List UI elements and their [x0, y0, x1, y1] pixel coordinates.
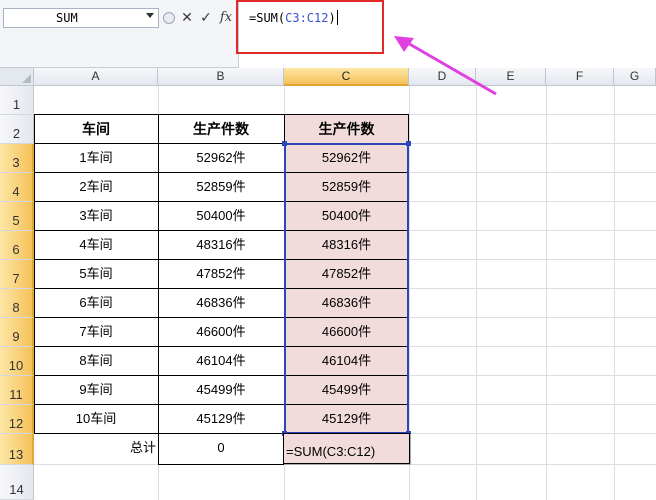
cell-b4[interactable]: 52859件 — [158, 173, 284, 201]
enter-button[interactable]: ✓ — [199, 8, 213, 28]
cancel-button[interactable]: ✕ — [180, 8, 194, 28]
row-header-3[interactable]: 3 — [0, 144, 34, 173]
row-header-4[interactable]: 4 — [0, 173, 34, 202]
selection-handle[interactable] — [406, 141, 411, 146]
gridline — [34, 464, 656, 465]
annotation-arrow-icon — [394, 36, 497, 96]
cell-b2[interactable]: 生产件数 — [158, 115, 284, 143]
cell-a5[interactable]: 3车间 — [34, 202, 158, 230]
name-box[interactable]: SUM — [3, 8, 159, 28]
cell-a8[interactable]: 6车间 — [34, 289, 158, 317]
gridline — [546, 86, 547, 500]
row-header-5[interactable]: 5 — [0, 202, 34, 231]
cell-b12[interactable]: 45129件 — [158, 405, 284, 433]
cell-a9[interactable]: 7车间 — [34, 318, 158, 346]
row-header-12[interactable]: 12 — [0, 405, 34, 434]
cell-b6[interactable]: 48316件 — [158, 231, 284, 259]
cell-b10[interactable]: 46104件 — [158, 347, 284, 375]
row-header-1[interactable]: 1 — [0, 86, 34, 115]
name-box-dropdown-icon[interactable] — [146, 13, 154, 18]
cell-a3[interactable]: 1车间 — [34, 144, 158, 172]
column-header-f[interactable]: F — [546, 68, 614, 86]
cell-a10[interactable]: 8车间 — [34, 347, 158, 375]
cell-a13[interactable]: 总计 — [34, 434, 156, 462]
formula-bar-splitter-icon[interactable] — [162, 10, 176, 26]
column-header-b[interactable]: B — [158, 68, 284, 86]
cell-c2[interactable]: 生产件数 — [284, 115, 409, 143]
cell-a2[interactable]: 车间 — [34, 115, 158, 143]
column-header-a[interactable]: A — [34, 68, 158, 86]
column-header-g[interactable]: G — [614, 68, 656, 86]
cell-a12[interactable]: 10车间 — [34, 405, 158, 433]
row-header-9[interactable]: 9 — [0, 318, 34, 347]
cell-a11[interactable]: 9车间 — [34, 376, 158, 404]
gridline — [614, 86, 615, 500]
row-header-7[interactable]: 7 — [0, 260, 34, 289]
cell-b7[interactable]: 47852件 — [158, 260, 284, 288]
cell-c13-formula[interactable]: =SUM(C3:C12) — [286, 444, 375, 459]
row-header-11[interactable]: 11 — [0, 376, 34, 405]
row-header-14[interactable]: 14 — [0, 465, 34, 500]
row-header-2[interactable]: 2 — [0, 115, 34, 144]
cell-a4[interactable]: 2车间 — [34, 173, 158, 201]
gridline — [476, 86, 477, 500]
row-header-10[interactable]: 10 — [0, 347, 34, 376]
row-header-6[interactable]: 6 — [0, 231, 34, 260]
cell-b5[interactable]: 50400件 — [158, 202, 284, 230]
selection-range-c3-c12 — [284, 143, 409, 434]
cell-b13[interactable]: 0 — [158, 434, 284, 462]
cell-b11[interactable]: 45499件 — [158, 376, 284, 404]
row-header-13[interactable]: 13 — [0, 434, 34, 465]
insert-function-button[interactable]: fx — [217, 8, 235, 28]
selection-handle[interactable] — [282, 141, 287, 146]
row-header-8[interactable]: 8 — [0, 289, 34, 318]
cell-b9[interactable]: 46600件 — [158, 318, 284, 346]
formula-highlight-box — [236, 0, 384, 54]
formula-bar-area: SUM ✕ ✓ fx =SUM(C3:C12) — [0, 0, 656, 68]
table-border — [158, 464, 284, 465]
cell-b8[interactable]: 46836件 — [158, 289, 284, 317]
cell-a7[interactable]: 5车间 — [34, 260, 158, 288]
cell-b3[interactable]: 52962件 — [158, 144, 284, 172]
select-all-corner[interactable] — [0, 68, 34, 86]
cell-a6[interactable]: 4车间 — [34, 231, 158, 259]
